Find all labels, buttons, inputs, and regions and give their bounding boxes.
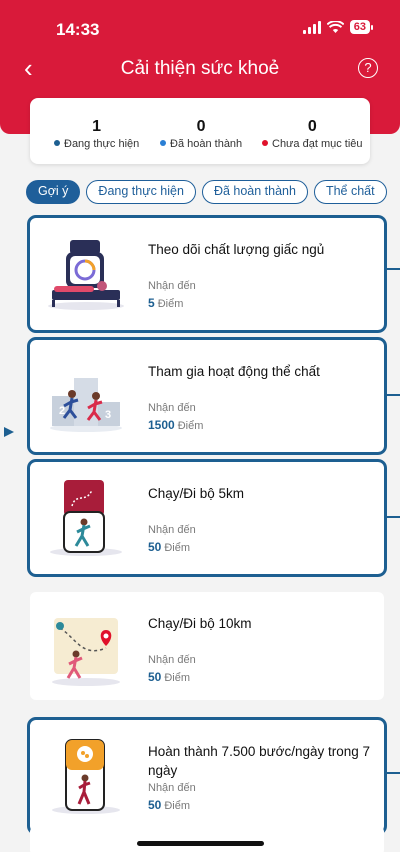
chip-completed[interactable]: Đã hoàn thành — [201, 180, 308, 204]
status-icons: 63 — [302, 20, 374, 34]
status-bar: 14:33 63 — [0, 0, 400, 50]
card-title: Theo dõi chất lượng giấc ngủ — [148, 242, 325, 257]
stat-in-progress[interactable]: 1 Đang thực hiện — [54, 118, 139, 150]
svg-text:3: 3 — [105, 409, 111, 421]
help-icon[interactable]: ? — [358, 58, 378, 78]
stat-value: 1 — [92, 118, 102, 135]
page-title: Cải thiện sức khoẻ — [120, 58, 280, 79]
connector-line — [387, 772, 400, 774]
stat-not-reached[interactable]: 0 Chưa đạt mục tiêu — [262, 118, 363, 150]
challenge-card-5km[interactable]: Chạy/Đi bộ 5km Nhận đến 50 Điểm — [27, 459, 387, 577]
stat-label: Đang thực hiện — [54, 138, 139, 150]
challenge-card-10km[interactable]: Chạy/Đi bộ 10km Nhận đến 50 Điểm — [30, 592, 384, 700]
stats-summary-card: 1 Đang thực hiện 0 Đã hoàn thành 0 Chưa … — [30, 98, 370, 164]
chip-physical[interactable]: Thể chất — [313, 180, 387, 204]
connector-line — [387, 394, 400, 396]
challenge-card-physical[interactable]: 2 3 Tham gia hoạt động thể chất Nhận đến… — [27, 337, 387, 455]
status-dot-icon — [160, 140, 166, 146]
chip-in-progress[interactable]: Đang thực hiện — [86, 180, 196, 204]
card-title: Chạy/Đi bộ 10km — [148, 616, 252, 631]
connector-line — [387, 268, 400, 270]
card-title: Chạy/Đi bộ 5km — [148, 486, 245, 501]
svg-text:2: 2 — [59, 405, 65, 417]
card-points: 50 Điểm — [148, 798, 191, 812]
card-reward-label: Nhận đến — [148, 782, 196, 794]
status-dot-icon — [54, 140, 60, 146]
card-points: 50 Điểm — [148, 540, 191, 554]
stat-completed[interactable]: 0 Đã hoàn thành — [160, 118, 242, 150]
card-reward-label: Nhận đến — [148, 524, 196, 536]
home-indicator[interactable] — [137, 841, 264, 846]
challenge-card-sleep[interactable]: Theo dõi chất lượng giấc ngủ Nhận đến 5Đ… — [27, 215, 387, 333]
status-time: 14:33 — [56, 20, 100, 39]
card-reward-label: Nhận đến — [148, 280, 196, 292]
card-points: 5 Điểm — [148, 296, 184, 310]
battery-icon: 63 — [349, 20, 374, 34]
card-points: 50 Điểm — [148, 670, 191, 684]
card-reward-label: Nhận đến — [148, 402, 196, 414]
card-reward-label: Nhận đến — [148, 654, 196, 666]
pointer-arrow-icon — [4, 427, 14, 437]
map-route-runner-icon — [52, 618, 120, 686]
filter-chips: Gợi ý Đang thực hiện Đã hoàn thành Thể chất — [26, 180, 400, 204]
stat-label: Chưa đạt mục tiêu — [262, 138, 363, 150]
challenge-card-next[interactable] — [30, 826, 384, 852]
signal-icon — [302, 20, 321, 34]
card-title: Hoàn thành 7.500 bước/ngày trong 7 ngày — [148, 744, 371, 778]
phone-runner-icon — [50, 480, 122, 556]
podium-runners-icon: 2 3 — [50, 378, 122, 432]
stat-value: 0 — [307, 118, 317, 135]
wifi-icon — [326, 20, 344, 33]
challenge-card-steps[interactable]: Hoàn thành 7.500 bước/ngày trong 7 ngày … — [27, 717, 387, 835]
chip-suggested[interactable]: Gợi ý — [26, 180, 81, 204]
card-title: Tham gia hoạt động thể chất — [148, 364, 320, 379]
status-dot-icon — [262, 140, 268, 146]
card-points: 1500 Điểm — [148, 418, 204, 432]
stat-value: 0 — [196, 118, 206, 135]
sleep-tracker-watch-icon — [48, 240, 124, 310]
connector-line — [387, 516, 400, 518]
stat-label: Đã hoàn thành — [160, 138, 242, 150]
phone-steps-icon — [52, 739, 120, 814]
